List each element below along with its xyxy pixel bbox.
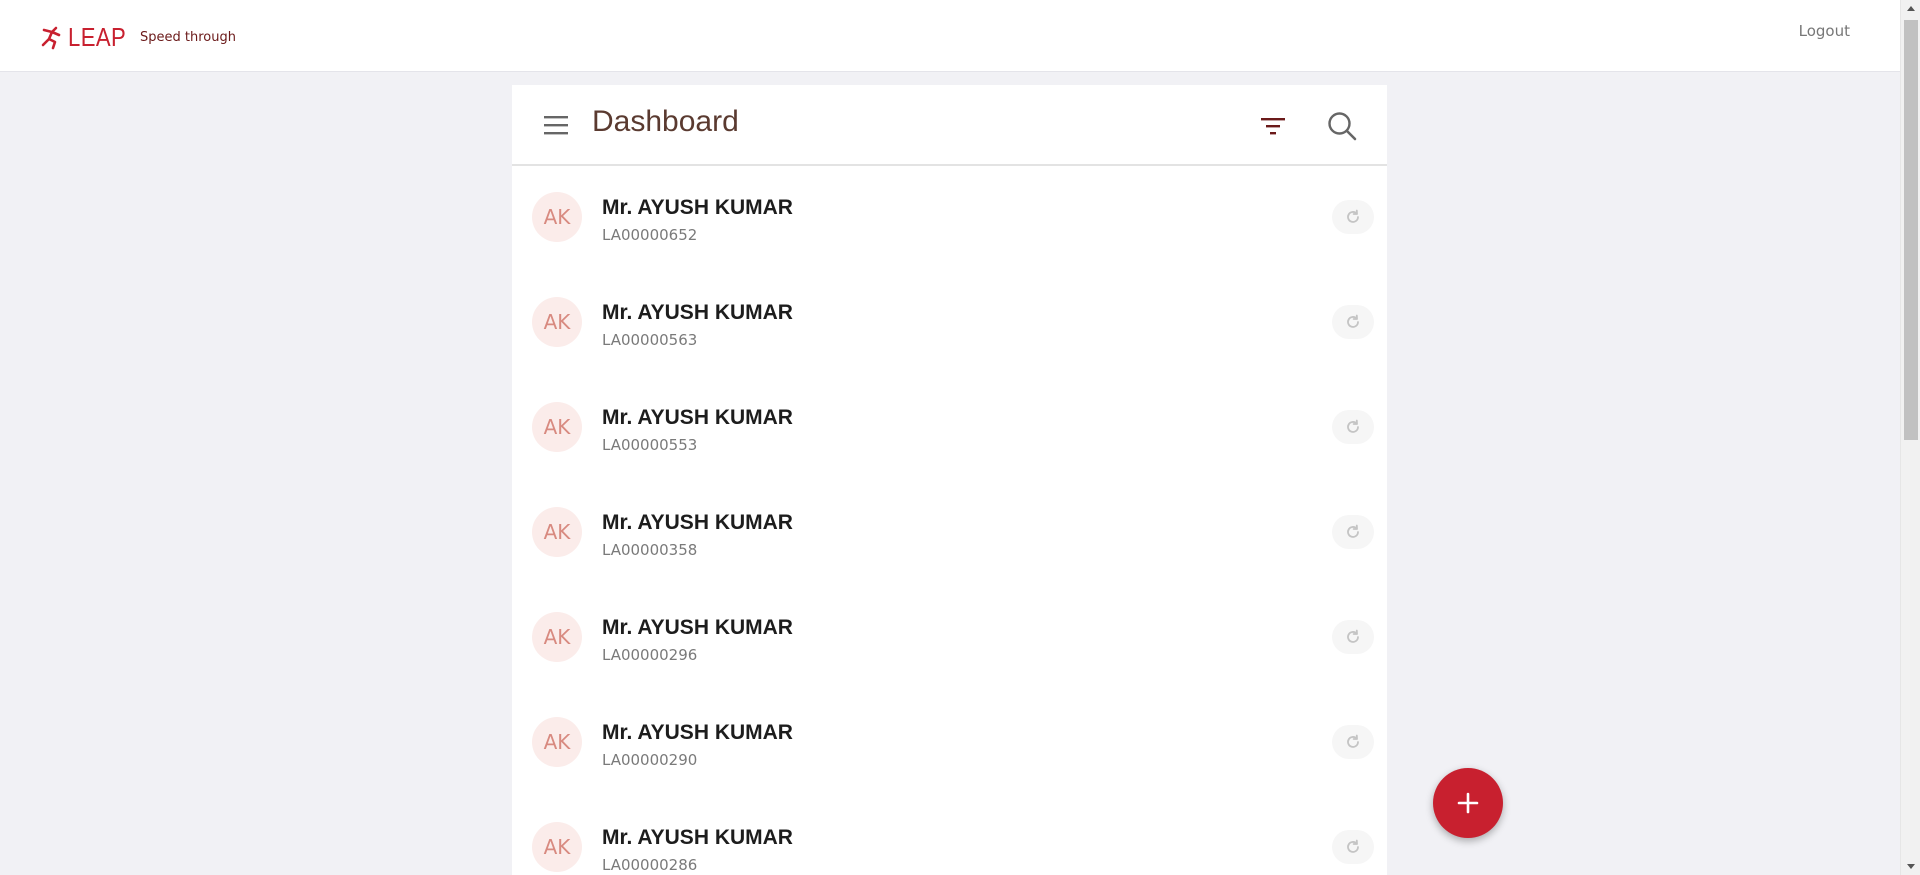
scroll-up-arrow-icon[interactable] — [1907, 6, 1915, 11]
customer-list: AK Mr. AYUSH KUMAR LA00000652 AK Mr. AYUSH K… — [512, 166, 1387, 875]
dashboard-panel: Dashboard AK Mr. AYUSH KUMAR LA00000652 AK M… — [512, 85, 1387, 875]
customer-name: Mr. AYUSH KUMAR — [602, 826, 793, 849]
customer-name: Mr. AYUSH KUMAR — [602, 196, 793, 219]
logout-link[interactable]: Logout — [1799, 22, 1850, 40]
brand-name: LEAP — [68, 22, 127, 52]
refresh-icon — [1347, 209, 1359, 223]
application-id: LA00000286 — [602, 856, 698, 874]
refresh-button[interactable] — [1332, 200, 1374, 234]
avatar: AK — [532, 297, 582, 347]
add-button[interactable] — [1433, 768, 1503, 838]
list-item[interactable]: AK Mr. AYUSH KUMAR LA00000652 — [512, 166, 1387, 271]
panel-header: Dashboard — [512, 85, 1387, 166]
refresh-icon — [1347, 839, 1359, 853]
menu-icon[interactable] — [544, 115, 568, 135]
brand-logo[interactable]: LEAP — [38, 24, 137, 50]
avatar: AK — [532, 717, 582, 767]
list-item[interactable]: AK Mr. AYUSH KUMAR LA00000358 — [512, 481, 1387, 586]
refresh-button[interactable] — [1332, 620, 1374, 654]
runner-icon — [41, 26, 61, 50]
page-scrollbar[interactable] — [1900, 0, 1920, 875]
list-item[interactable]: AK Mr. AYUSH KUMAR LA00000553 — [512, 376, 1387, 481]
top-bar: LEAP Speed through Logout — [0, 0, 1900, 72]
application-id: LA00000296 — [602, 646, 698, 664]
avatar: AK — [532, 612, 582, 662]
refresh-icon — [1347, 524, 1359, 538]
plus-icon — [1457, 792, 1479, 814]
refresh-icon — [1347, 314, 1359, 328]
refresh-button[interactable] — [1332, 305, 1374, 339]
scroll-down-arrow-icon[interactable] — [1907, 864, 1915, 869]
list-item[interactable]: AK Mr. AYUSH KUMAR LA00000296 — [512, 586, 1387, 691]
refresh-button[interactable] — [1332, 830, 1374, 864]
application-id: LA00000652 — [602, 226, 698, 244]
refresh-button[interactable] — [1332, 410, 1374, 444]
scroll-thumb[interactable] — [1904, 20, 1918, 440]
list-item[interactable]: AK Mr. AYUSH KUMAR LA00000286 — [512, 796, 1387, 875]
application-id: LA00000358 — [602, 541, 698, 559]
application-id: LA00000563 — [602, 331, 698, 349]
avatar: AK — [532, 402, 582, 452]
list-item[interactable]: AK Mr. AYUSH KUMAR LA00000563 — [512, 271, 1387, 376]
search-icon[interactable] — [1327, 111, 1357, 141]
customer-name: Mr. AYUSH KUMAR — [602, 406, 793, 429]
avatar: AK — [532, 822, 582, 872]
customer-name: Mr. AYUSH KUMAR — [602, 511, 793, 534]
customer-name: Mr. AYUSH KUMAR — [602, 301, 793, 324]
brand-tagline: Speed through — [140, 30, 236, 45]
avatar: AK — [532, 507, 582, 557]
refresh-button[interactable] — [1332, 515, 1374, 549]
application-id: LA00000553 — [602, 436, 698, 454]
page-title: Dashboard — [592, 105, 739, 138]
refresh-icon — [1347, 734, 1359, 748]
filter-icon[interactable] — [1260, 114, 1286, 138]
refresh-icon — [1347, 419, 1359, 433]
avatar: AK — [532, 192, 582, 242]
customer-name: Mr. AYUSH KUMAR — [602, 721, 793, 744]
refresh-icon — [1347, 629, 1359, 643]
application-id: LA00000290 — [602, 751, 698, 769]
customer-name: Mr. AYUSH KUMAR — [602, 616, 793, 639]
refresh-button[interactable] — [1332, 725, 1374, 759]
list-item[interactable]: AK Mr. AYUSH KUMAR LA00000290 — [512, 691, 1387, 796]
